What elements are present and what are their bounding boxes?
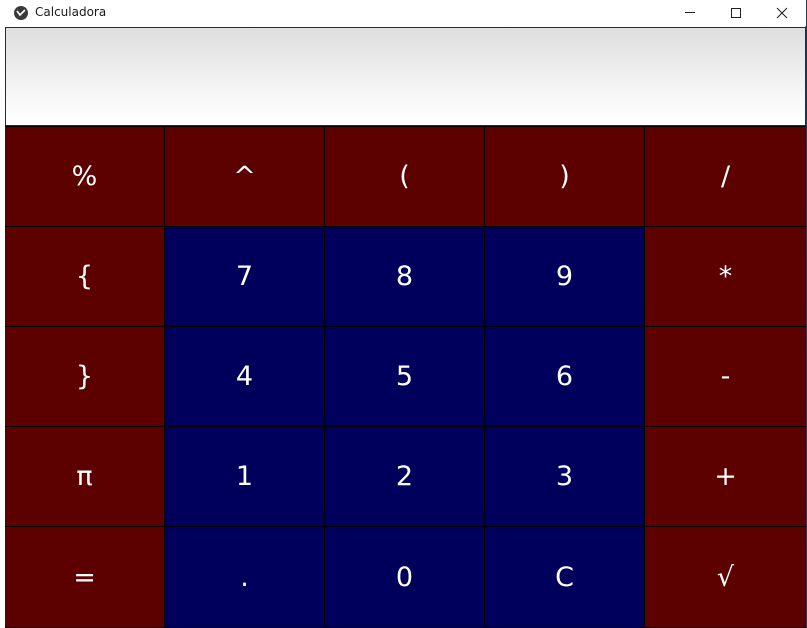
key-decimal-button[interactable]: .: [165, 527, 324, 627]
key-9-button[interactable]: 9: [485, 227, 644, 326]
key-5-button[interactable]: 5: [325, 327, 484, 426]
calculator-window: Calculadora % ^() / {7 8 9 *} 4 5 6- π 1 2 3 + =. 0 C √: [0, 0, 806, 628]
keypad: % ^() / {7 8 9 *} 4 5 6- π 1 2 3 + =. 0 C √: [5, 126, 806, 628]
key-8-button[interactable]: 8: [325, 227, 484, 326]
key-equals-button[interactable]: =: [5, 527, 164, 627]
key-7-button[interactable]: 7: [165, 227, 324, 326]
key-subtract-button[interactable]: -: [645, 327, 806, 426]
key-4-button[interactable]: 4: [165, 327, 324, 426]
key-6-button[interactable]: 6: [485, 327, 644, 426]
key-close-brace-button[interactable]: }: [5, 327, 164, 426]
key-power-button[interactable]: ^: [165, 127, 324, 226]
key-open-paren-button[interactable]: (: [325, 127, 484, 226]
key-divide-button[interactable]: /: [645, 127, 806, 226]
close-button[interactable]: [759, 0, 805, 26]
app-logo-icon: [14, 6, 28, 20]
minimize-icon: [685, 12, 695, 13]
title-bar[interactable]: Calculadora: [0, 0, 806, 26]
close-icon: [776, 7, 788, 19]
key-3-button[interactable]: 3: [485, 427, 644, 526]
minimize-button[interactable]: [667, 0, 713, 26]
key-open-brace-button[interactable]: {: [5, 227, 164, 326]
calculator-display: [5, 27, 806, 126]
key-pi-button[interactable]: π: [5, 427, 164, 526]
maximize-icon: [731, 8, 741, 18]
window-title: Calculadora: [35, 5, 107, 19]
key-0-button[interactable]: 0: [325, 527, 484, 627]
maximize-button[interactable]: [713, 0, 759, 26]
key-close-paren-button[interactable]: ): [485, 127, 644, 226]
key-percent-button[interactable]: %: [5, 127, 164, 226]
key-2-button[interactable]: 2: [325, 427, 484, 526]
key-clear-button[interactable]: C: [485, 527, 644, 627]
key-sqrt-button[interactable]: √: [645, 527, 806, 627]
key-1-button[interactable]: 1: [165, 427, 324, 526]
key-add-button[interactable]: +: [645, 427, 806, 526]
key-multiply-button[interactable]: *: [645, 227, 806, 326]
